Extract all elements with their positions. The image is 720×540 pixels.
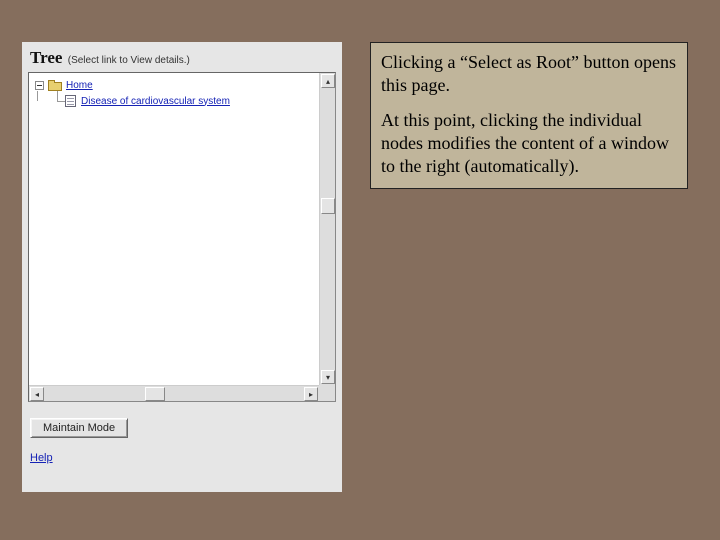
horizontal-scroll-thumb[interactable] [145, 387, 165, 401]
note-paragraph-1: Clicking a “Select as Root” button opens… [381, 51, 677, 97]
scroll-left-button[interactable]: ◂ [30, 387, 44, 401]
tree-node-label[interactable]: Disease of cardiovascular system [81, 96, 230, 107]
scroll-down-button[interactable]: ▾ [321, 370, 335, 384]
scrollbar-corner [319, 385, 335, 401]
tree-content: Home Disease of cardiovascular system [29, 73, 319, 385]
vertical-scroll-thumb[interactable] [321, 198, 335, 214]
tree-node-disease[interactable]: Disease of cardiovascular system [31, 93, 317, 109]
annotation-note: Clicking a “Select as Root” button opens… [370, 42, 688, 189]
tree-node-home[interactable]: Home [31, 77, 317, 93]
maintain-mode-button[interactable]: Maintain Mode [30, 418, 128, 438]
tree-node-label[interactable]: Home [66, 80, 93, 91]
tree-branch-line [53, 93, 63, 109]
collapse-icon[interactable] [35, 81, 44, 90]
scroll-up-button[interactable]: ▴ [321, 74, 335, 88]
page-icon [65, 95, 76, 107]
panel-header: Tree (Select link to View details.) [22, 42, 342, 72]
note-paragraph-2: At this point, clicking the individual n… [381, 109, 677, 178]
tree-container: Home Disease of cardiovascular system ▴ … [28, 72, 336, 402]
tree-connector [37, 91, 38, 101]
folder-icon [48, 80, 62, 91]
tree-panel: Tree (Select link to View details.) Home… [22, 42, 342, 492]
panel-subtitle: (Select link to View details.) [68, 55, 190, 66]
scroll-right-button[interactable]: ▸ [304, 387, 318, 401]
vertical-scrollbar[interactable]: ▴ ▾ [319, 73, 335, 385]
panel-title: Tree [30, 48, 62, 67]
horizontal-scrollbar[interactable]: ◂ ▸ [29, 385, 319, 401]
help-link[interactable]: Help [30, 452, 53, 464]
